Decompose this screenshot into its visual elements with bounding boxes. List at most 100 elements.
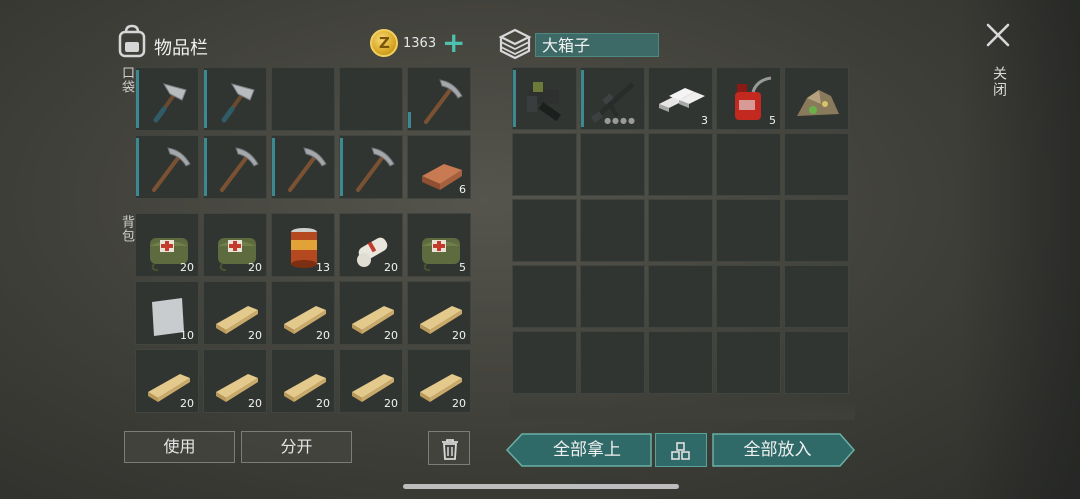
- close-label[interactable]: 关闭: [989, 66, 1009, 98]
- pickaxe-icon: [220, 147, 259, 192]
- item-quantity: 6: [459, 183, 466, 196]
- iron-ingot-icon: [659, 88, 705, 112]
- chest-slot[interactable]: [648, 265, 713, 328]
- ore-pile-icon: [797, 90, 839, 116]
- pocket-slot[interactable]: [339, 67, 403, 131]
- trash-button[interactable]: [428, 431, 470, 465]
- backpack-slot[interactable]: 20: [407, 281, 471, 345]
- chest-slot[interactable]: [784, 67, 849, 130]
- pocket-slot[interactable]: [203, 67, 267, 131]
- chest-slot[interactable]: 5: [716, 67, 781, 130]
- chest-grid-fade: [510, 400, 855, 420]
- item-quantity: 20: [248, 329, 262, 342]
- chest-slot[interactable]: [716, 331, 781, 394]
- chest-slot[interactable]: [512, 199, 577, 262]
- backpack-slot[interactable]: 13: [271, 213, 335, 277]
- side-panel-shade: [960, 0, 1080, 499]
- chest-slot[interactable]: [784, 133, 849, 196]
- chest-slot[interactable]: [512, 133, 577, 196]
- chest-slot[interactable]: [512, 67, 577, 130]
- ammo-indicator: ●●●●: [604, 116, 636, 125]
- coin-count: 1363: [403, 36, 437, 51]
- pocket-slot[interactable]: [135, 67, 199, 131]
- backpack-slot[interactable]: 20: [271, 349, 335, 413]
- item-quantity: 5: [459, 261, 466, 274]
- backpack-grid: 20 20 13 20 5 10 20 20 20 20 20 20 20 20 20: [135, 213, 471, 413]
- pocket-slot[interactable]: [407, 67, 471, 131]
- pocket-slot[interactable]: [135, 135, 199, 199]
- chest-slot[interactable]: [512, 331, 577, 394]
- chest-slot[interactable]: [648, 199, 713, 262]
- box-icon: [498, 28, 532, 59]
- backpack-icon: [118, 24, 146, 58]
- chest-slot[interactable]: 3: [648, 67, 713, 130]
- pocket-slot[interactable]: [339, 135, 403, 199]
- pickaxe-icon: [288, 147, 327, 192]
- home-indicator[interactable]: [403, 484, 679, 489]
- chest-slot[interactable]: [716, 199, 781, 262]
- grid-sort-icon: [671, 442, 690, 460]
- pickaxe-icon: [356, 147, 395, 192]
- close-icon[interactable]: [985, 22, 1011, 48]
- hammer-icon: [221, 83, 255, 123]
- chest-slot[interactable]: [716, 265, 781, 328]
- backpack-slot[interactable]: 10: [135, 281, 199, 345]
- backpack-slot[interactable]: 20: [203, 281, 267, 345]
- pocket-slot[interactable]: [271, 135, 335, 199]
- grenade-launcher-icon: [527, 82, 562, 122]
- backpack-slot[interactable]: 20: [135, 213, 199, 277]
- sort-button[interactable]: [655, 433, 707, 467]
- put-all-label: 全部放入: [743, 440, 812, 460]
- pickaxe-icon: [152, 147, 191, 192]
- backpack-slot[interactable]: 20: [271, 281, 335, 345]
- pocket-slot[interactable]: 6: [407, 135, 471, 199]
- backpack-slot[interactable]: 20: [135, 349, 199, 413]
- split-button[interactable]: 分开: [241, 431, 352, 463]
- item-quantity: 10: [180, 329, 194, 342]
- chest-slot[interactable]: [784, 331, 849, 394]
- chest-slot[interactable]: ●●●●: [580, 67, 645, 130]
- item-quantity: 20: [248, 261, 262, 274]
- backpack-slot[interactable]: 20: [339, 349, 403, 413]
- put-all-button[interactable]: 全部放入: [712, 433, 855, 467]
- item-quantity: 20: [452, 397, 466, 410]
- chest-slot[interactable]: [580, 265, 645, 328]
- item-quantity: 13: [316, 261, 330, 274]
- item-quantity: 3: [701, 114, 708, 127]
- backpack-slot[interactable]: 20: [339, 213, 403, 277]
- add-coins-button[interactable]: +: [442, 28, 465, 58]
- chest-slot[interactable]: [512, 265, 577, 328]
- backpack-slot[interactable]: 20: [339, 281, 403, 345]
- item-quantity: 20: [316, 329, 330, 342]
- chest-slot[interactable]: [580, 199, 645, 262]
- pocket-grid: 6: [135, 67, 471, 199]
- item-quantity: 5: [769, 114, 776, 127]
- chest-slot[interactable]: [784, 265, 849, 328]
- inventory-title: 物品栏: [154, 38, 208, 59]
- take-all-button[interactable]: 全部拿上: [506, 433, 652, 467]
- chest-slot[interactable]: [648, 331, 713, 394]
- backpack-slot[interactable]: 20: [203, 349, 267, 413]
- chest-slot[interactable]: [580, 331, 645, 394]
- chest-grid: ●●●● 3 5: [512, 67, 849, 394]
- item-quantity: 20: [384, 329, 398, 342]
- use-button[interactable]: 使用: [124, 431, 235, 463]
- chest-slot[interactable]: [716, 133, 781, 196]
- item-quantity: 20: [180, 261, 194, 274]
- backpack-slot[interactable]: 5: [407, 213, 471, 277]
- take-all-label: 全部拿上: [553, 440, 621, 460]
- chest-slot[interactable]: [580, 133, 645, 196]
- chest-slot[interactable]: [784, 199, 849, 262]
- hammer-icon: [153, 83, 187, 123]
- chest-name: 大箱子: [535, 33, 659, 57]
- pocket-slot[interactable]: [271, 67, 335, 131]
- gas-can-icon: [735, 76, 772, 120]
- coin-symbol: Z: [379, 34, 390, 52]
- backpack-slot[interactable]: 20: [203, 213, 267, 277]
- pocket-label: 口袋: [119, 66, 134, 94]
- backpack-slot[interactable]: 20: [407, 349, 471, 413]
- pocket-slot[interactable]: [203, 135, 267, 199]
- chest-slot[interactable]: [648, 133, 713, 196]
- trash-icon: [442, 439, 458, 460]
- item-quantity: 20: [248, 397, 262, 410]
